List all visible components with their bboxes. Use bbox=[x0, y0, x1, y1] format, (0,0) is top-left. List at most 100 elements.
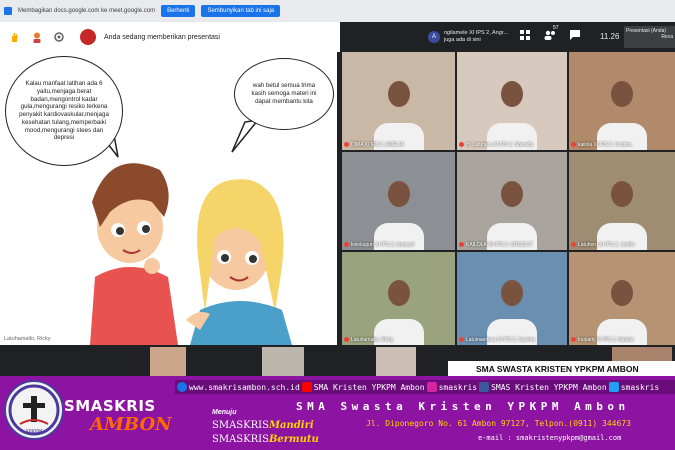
notification-text: ngilamele XI IPS 2, Angr... juga ada di … bbox=[444, 30, 508, 43]
partial-tile bbox=[150, 347, 186, 377]
participant-figure bbox=[387, 181, 410, 208]
participant-tile[interactable]: Latuhamallo, Ricky bbox=[342, 252, 455, 345]
participant-figure bbox=[611, 181, 633, 208]
meet-screen: Membagikan docs.google.com ke meet.googl… bbox=[0, 0, 675, 450]
hide-bar-button[interactable]: Sembunyikan tab ini saja bbox=[201, 5, 281, 17]
participant-name: kailola XI IPS 2, Cristina bbox=[571, 142, 632, 148]
participant-name-text: Latuhamallo, Ricky bbox=[351, 337, 394, 343]
participant-tile[interactable]: DIMA XI IPS 2, AMELIA bbox=[342, 52, 455, 150]
mic-muted-icon bbox=[344, 337, 349, 343]
participant-name: Latuheru XI IPS 2, Junitlo bbox=[571, 242, 635, 248]
presentation-toolbar: Anda sedang memberikan presentasi bbox=[0, 22, 340, 52]
participant-name-text: Latumaerissa XI IPS 2, Suzima bbox=[466, 337, 536, 343]
participant-tile[interactable]: loupatty XI IPS 2, Natalia bbox=[569, 252, 675, 345]
settings-icon[interactable] bbox=[52, 30, 66, 44]
school-corner-label: SMA SWASTA KRISTEN YPKPM AMBON bbox=[448, 361, 675, 376]
boy-speech-bubble: Kalau manfaat latihan ada 6 yaitu,menjag… bbox=[5, 56, 123, 166]
motto-intro: Menuju bbox=[212, 409, 237, 416]
brand-top-text: SMASKRIS bbox=[64, 397, 156, 415]
mic-muted-icon bbox=[344, 242, 349, 248]
facebook-link[interactable]: SMAS Kristen YPKPM Ambon bbox=[491, 383, 607, 392]
participant-name: loupatty XI IPS 2, Natalia bbox=[571, 337, 634, 343]
participant-name-text: loupatty XI IPS 2, Natalia bbox=[578, 337, 634, 343]
presenter-tile[interactable]: Presentasi (Anda) Reca bbox=[624, 26, 675, 48]
participants-icon[interactable]: 57 bbox=[544, 25, 559, 42]
mic-muted-icon bbox=[571, 242, 576, 248]
presenting-status-text: Anda sedang memberikan presentasi bbox=[104, 33, 220, 41]
girl-speech-bubble: wah betul semua trima kasih semoga mater… bbox=[234, 58, 334, 130]
mic-muted-icon bbox=[344, 142, 349, 148]
participant-name-text: kolekupun XI IPS 2, Imanuel bbox=[351, 242, 415, 248]
participant-figure bbox=[501, 279, 523, 306]
participant-name-text: H. Latuheru XI IPS 2, Sherafia bbox=[466, 142, 534, 148]
motto-bermutu-prefix: SMASKRIS bbox=[212, 434, 269, 445]
participant-tile[interactable]: Latuheru XI IPS 2, Junitlo bbox=[569, 152, 675, 250]
participant-tile[interactable]: kailola XI IPS 2, Cristina bbox=[569, 52, 675, 150]
motto-mandiri-prefix: SMASKRIS bbox=[212, 420, 269, 431]
logo-text: YPKPM bbox=[25, 429, 43, 435]
share-icon bbox=[4, 7, 12, 15]
partial-tile bbox=[376, 347, 416, 377]
participant-tile[interactable]: KAILOLA XII IPS 2, KRISCLIT bbox=[457, 152, 567, 250]
school-logo: YPKPM bbox=[4, 380, 64, 440]
presenter-chip-name: Reca bbox=[661, 34, 673, 40]
slide-caption: Latuhamallo, Ricky bbox=[4, 336, 51, 342]
youtube-icon bbox=[301, 382, 312, 392]
motto-mandiri-word: Mandiri bbox=[268, 420, 314, 431]
participant-tile[interactable]: kolekupun XI IPS 2, Imanuel bbox=[342, 152, 455, 250]
website-link[interactable]: www.smakrisambon.sch.id bbox=[189, 383, 300, 392]
instagram-icon bbox=[426, 382, 437, 392]
participant-tile[interactable]: H. Latuheru XI IPS 2, Sherafia bbox=[457, 52, 567, 150]
participant-figure bbox=[501, 81, 523, 108]
mic-muted-icon bbox=[571, 142, 576, 148]
mic-muted-icon bbox=[459, 242, 464, 248]
participant-figure bbox=[611, 81, 633, 108]
presenter-avatar-icon bbox=[80, 29, 96, 45]
presentation-slide: Kalau manfaat latihan ada 6 yaitu,menjag… bbox=[0, 52, 337, 345]
avatar-icon[interactable] bbox=[30, 30, 44, 44]
participant-name-text: kailola XI IPS 2, Cristina bbox=[578, 142, 632, 148]
grid-layout-icon[interactable] bbox=[520, 30, 530, 42]
participant-name: Latumaerissa XI IPS 2, Suzima bbox=[459, 337, 535, 343]
social-links-row: www.smakrisambon.sch.id SMA Kristen YPKP… bbox=[175, 380, 675, 394]
participant-name: kolekupun XI IPS 2, Imanuel bbox=[344, 242, 414, 248]
motto-mandiri: SMASKRISMandiri bbox=[212, 420, 314, 431]
school-name: SMA Swasta Kristen YPKPM Ambon bbox=[296, 400, 630, 413]
participant-figure bbox=[387, 279, 410, 306]
raise-hand-icon[interactable] bbox=[8, 30, 22, 44]
school-email: e-mail : smakristenypkpm@gmail.com bbox=[478, 434, 622, 442]
participant-figure bbox=[611, 279, 633, 306]
globe-icon bbox=[177, 382, 187, 392]
partial-tile bbox=[262, 347, 304, 377]
screen-share-bar: Membagikan docs.google.com ke meet.googl… bbox=[0, 0, 675, 22]
participant-name: H. Latuheru XI IPS 2, Sherafia bbox=[459, 142, 533, 148]
participant-name-text: KAILOLA XII IPS 2, KRISCLIT bbox=[466, 242, 533, 248]
participant-name-text: DIMA XI IPS 2, AMELIA bbox=[351, 142, 404, 148]
join-notification[interactable]: A ngilamele XI IPS 2, Angr... juga ada d… bbox=[428, 26, 514, 48]
twitter-icon bbox=[608, 382, 619, 392]
participant-name: DIMA XI IPS 2, AMELIA bbox=[344, 142, 404, 148]
youtube-link[interactable]: SMA Kristen YPKPM Ambon bbox=[314, 383, 425, 392]
brand-bottom-text: AMBON bbox=[90, 414, 172, 435]
chat-icon[interactable] bbox=[570, 30, 580, 42]
stop-sharing-button[interactable]: Berhenti bbox=[161, 5, 196, 17]
instagram-link[interactable]: smaskris bbox=[439, 383, 478, 392]
clock: 11.26 bbox=[600, 32, 620, 41]
participants-count: 57 bbox=[553, 25, 559, 31]
share-status-text: Membagikan docs.google.com ke meet.googl… bbox=[18, 8, 156, 14]
participant-name: KAILOLA XII IPS 2, KRISCLIT bbox=[459, 242, 533, 248]
mic-muted-icon bbox=[459, 142, 464, 148]
mic-muted-icon bbox=[571, 337, 576, 343]
participant-name-text: Latuheru XI IPS 2, Junitlo bbox=[578, 242, 635, 248]
top-tools: 57 bbox=[520, 25, 580, 42]
participant-tile[interactable]: Latumaerissa XI IPS 2, Suzima bbox=[457, 252, 567, 345]
school-address: Jl. Diponegoro No. 61 Ambon 97127, Telpo… bbox=[366, 419, 631, 428]
motto-bermutu: SMASKRISBermutu bbox=[212, 434, 319, 445]
mic-muted-icon bbox=[459, 337, 464, 343]
participant-figure bbox=[501, 181, 523, 208]
participant-name: Latuhamallo, Ricky bbox=[344, 337, 393, 343]
participant-figure bbox=[387, 81, 410, 108]
notification-avatar: A bbox=[428, 31, 440, 43]
twitter-link[interactable]: smaskris bbox=[621, 383, 660, 392]
facebook-icon bbox=[479, 382, 490, 392]
